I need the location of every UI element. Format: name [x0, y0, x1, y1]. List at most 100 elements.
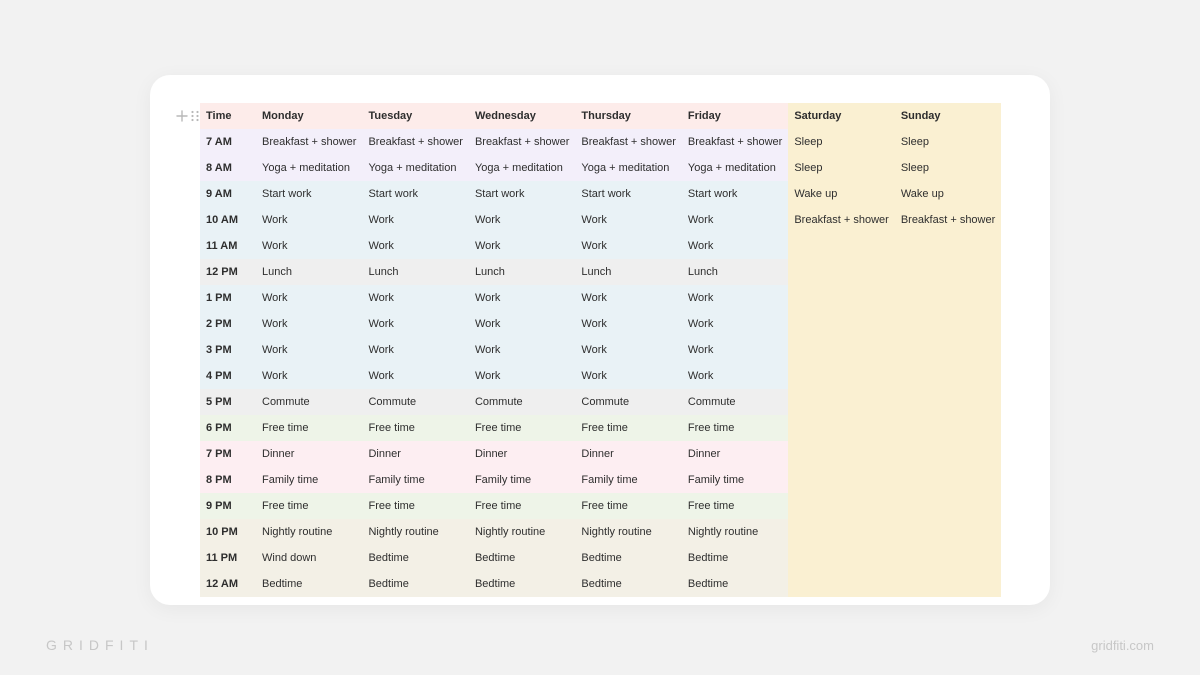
- schedule-cell[interactable]: [788, 389, 894, 415]
- schedule-cell[interactable]: Breakfast + shower: [362, 129, 468, 155]
- schedule-cell[interactable]: [895, 519, 1001, 545]
- schedule-cell[interactable]: [895, 233, 1001, 259]
- schedule-cell[interactable]: [788, 311, 894, 337]
- schedule-cell[interactable]: Wake up: [895, 181, 1001, 207]
- schedule-cell[interactable]: [895, 337, 1001, 363]
- schedule-cell[interactable]: Work: [256, 311, 362, 337]
- schedule-cell[interactable]: Nightly routine: [469, 519, 575, 545]
- schedule-cell[interactable]: Work: [575, 311, 681, 337]
- schedule-cell[interactable]: Sleep: [895, 129, 1001, 155]
- schedule-cell[interactable]: Sleep: [895, 155, 1001, 181]
- schedule-cell[interactable]: [788, 337, 894, 363]
- schedule-cell[interactable]: [895, 467, 1001, 493]
- schedule-cell[interactable]: Work: [256, 337, 362, 363]
- schedule-cell[interactable]: [788, 441, 894, 467]
- schedule-cell[interactable]: Work: [469, 311, 575, 337]
- schedule-cell[interactable]: Bedtime: [256, 571, 362, 597]
- schedule-cell[interactable]: Work: [575, 207, 681, 233]
- schedule-cell[interactable]: Bedtime: [469, 545, 575, 571]
- schedule-cell[interactable]: Free time: [362, 493, 468, 519]
- schedule-cell[interactable]: Start work: [362, 181, 468, 207]
- schedule-table[interactable]: Time Monday Tuesday Wednesday Thursday F…: [200, 103, 1001, 597]
- schedule-cell[interactable]: Free time: [682, 415, 788, 441]
- schedule-cell[interactable]: [788, 285, 894, 311]
- schedule-cell[interactable]: Breakfast + shower: [469, 129, 575, 155]
- schedule-cell[interactable]: Work: [362, 207, 468, 233]
- time-cell[interactable]: 10 PM: [200, 519, 256, 545]
- time-cell[interactable]: 3 PM: [200, 337, 256, 363]
- schedule-cell[interactable]: [895, 545, 1001, 571]
- schedule-cell[interactable]: Dinner: [575, 441, 681, 467]
- schedule-cell[interactable]: Dinner: [256, 441, 362, 467]
- schedule-cell[interactable]: Free time: [575, 493, 681, 519]
- schedule-cell[interactable]: Bedtime: [682, 545, 788, 571]
- schedule-cell[interactable]: Lunch: [682, 259, 788, 285]
- schedule-cell[interactable]: Commute: [682, 389, 788, 415]
- table-row[interactable]: 6 PMFree timeFree timeFree timeFree time…: [200, 415, 1001, 441]
- time-cell[interactable]: 11 PM: [200, 545, 256, 571]
- schedule-cell[interactable]: Commute: [575, 389, 681, 415]
- schedule-cell[interactable]: Free time: [469, 415, 575, 441]
- schedule-cell[interactable]: Work: [256, 285, 362, 311]
- schedule-cell[interactable]: Start work: [256, 181, 362, 207]
- time-cell[interactable]: 9 AM: [200, 181, 256, 207]
- schedule-cell[interactable]: Family time: [682, 467, 788, 493]
- time-cell[interactable]: 8 AM: [200, 155, 256, 181]
- schedule-cell[interactable]: Nightly routine: [682, 519, 788, 545]
- schedule-cell[interactable]: [895, 389, 1001, 415]
- schedule-cell[interactable]: Wind down: [256, 545, 362, 571]
- schedule-cell[interactable]: Work: [682, 311, 788, 337]
- schedule-cell[interactable]: [895, 493, 1001, 519]
- schedule-cell[interactable]: Commute: [469, 389, 575, 415]
- schedule-cell[interactable]: Lunch: [469, 259, 575, 285]
- schedule-cell[interactable]: [895, 285, 1001, 311]
- time-cell[interactable]: 11 AM: [200, 233, 256, 259]
- schedule-cell[interactable]: Sleep: [788, 155, 894, 181]
- time-cell[interactable]: 2 PM: [200, 311, 256, 337]
- time-cell[interactable]: 5 PM: [200, 389, 256, 415]
- table-row[interactable]: 4 PMWorkWorkWorkWorkWork: [200, 363, 1001, 389]
- schedule-cell[interactable]: Yoga + meditation: [575, 155, 681, 181]
- schedule-cell[interactable]: Start work: [469, 181, 575, 207]
- table-row[interactable]: 10 PMNightly routineNightly routineNight…: [200, 519, 1001, 545]
- time-cell[interactable]: 6 PM: [200, 415, 256, 441]
- schedule-cell[interactable]: Start work: [575, 181, 681, 207]
- schedule-cell[interactable]: Work: [362, 311, 468, 337]
- schedule-cell[interactable]: Work: [256, 233, 362, 259]
- schedule-cell[interactable]: Breakfast + shower: [682, 129, 788, 155]
- schedule-cell[interactable]: Free time: [362, 415, 468, 441]
- schedule-cell[interactable]: Family time: [256, 467, 362, 493]
- schedule-cell[interactable]: Free time: [469, 493, 575, 519]
- schedule-cell[interactable]: Bedtime: [469, 571, 575, 597]
- schedule-cell[interactable]: [788, 571, 894, 597]
- schedule-cell[interactable]: Work: [682, 233, 788, 259]
- schedule-cell[interactable]: Work: [469, 363, 575, 389]
- schedule-cell[interactable]: Breakfast + shower: [895, 207, 1001, 233]
- schedule-cell[interactable]: Bedtime: [575, 545, 681, 571]
- schedule-cell[interactable]: Work: [469, 285, 575, 311]
- table-row[interactable]: 9 AMStart workStart workStart workStart …: [200, 181, 1001, 207]
- schedule-cell[interactable]: Dinner: [682, 441, 788, 467]
- table-row[interactable]: 11 AMWorkWorkWorkWorkWork: [200, 233, 1001, 259]
- schedule-cell[interactable]: [788, 545, 894, 571]
- schedule-cell[interactable]: Bedtime: [362, 545, 468, 571]
- schedule-cell[interactable]: Commute: [256, 389, 362, 415]
- schedule-cell[interactable]: Nightly routine: [256, 519, 362, 545]
- schedule-cell[interactable]: Family time: [575, 467, 681, 493]
- schedule-cell[interactable]: Work: [256, 363, 362, 389]
- schedule-cell[interactable]: [895, 571, 1001, 597]
- table-row[interactable]: 7 AMBreakfast + showerBreakfast + shower…: [200, 129, 1001, 155]
- schedule-cell[interactable]: Lunch: [256, 259, 362, 285]
- schedule-cell[interactable]: Nightly routine: [575, 519, 681, 545]
- schedule-cell[interactable]: Nightly routine: [362, 519, 468, 545]
- schedule-cell[interactable]: Bedtime: [362, 571, 468, 597]
- schedule-cell[interactable]: Yoga + meditation: [469, 155, 575, 181]
- schedule-cell[interactable]: [788, 467, 894, 493]
- schedule-cell[interactable]: Work: [682, 363, 788, 389]
- time-cell[interactable]: 12 PM: [200, 259, 256, 285]
- schedule-cell[interactable]: Work: [575, 233, 681, 259]
- schedule-cell[interactable]: Work: [256, 207, 362, 233]
- schedule-cell[interactable]: [788, 363, 894, 389]
- schedule-cell[interactable]: Lunch: [362, 259, 468, 285]
- table-row[interactable]: 12 PMLunchLunchLunchLunchLunch: [200, 259, 1001, 285]
